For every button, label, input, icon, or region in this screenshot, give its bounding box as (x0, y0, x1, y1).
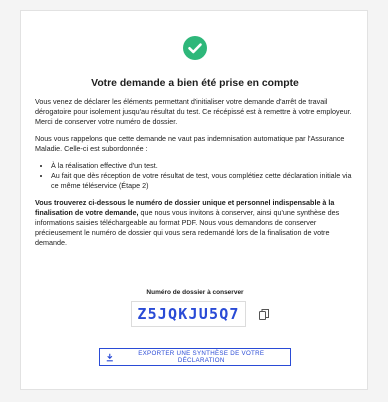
check-circle-icon (183, 36, 207, 60)
copy-icon[interactable] (259, 309, 269, 320)
reminder-paragraph: Nous vous rappelons que cette demande ne… (35, 134, 345, 153)
dossier-number: Z5JQKJU5Q7 (131, 301, 246, 327)
dossier-number-label: Numéro de dossier à conserver (146, 289, 244, 296)
intro-paragraph: Vous venez de déclarer les éléments perm… (35, 97, 352, 126)
confirmation-card: Votre demande a bien été prise en compte… (20, 10, 368, 390)
conditions-list: À la réalisation effective d'un test. Au… (35, 161, 357, 191)
export-summary-button[interactable]: EXPORTER UNE SYNTHÈSE DE VOTRE DÉCLARATI… (99, 348, 291, 366)
export-summary-label: EXPORTER UNE SYNTHÈSE DE VOTRE DÉCLARATI… (138, 350, 265, 364)
list-item: À la réalisation effective d'un test. (51, 161, 357, 171)
confirmation-text: Vous venez de déclarer les éléments perm… (35, 97, 357, 255)
dossier-info-paragraph: Vous trouverez ci-dessous le numéro de d… (35, 198, 357, 248)
page-title: Votre demande a bien été prise en compte (91, 78, 299, 89)
list-item: Au fait que dès réception de votre résul… (51, 171, 357, 191)
download-icon (106, 353, 113, 361)
